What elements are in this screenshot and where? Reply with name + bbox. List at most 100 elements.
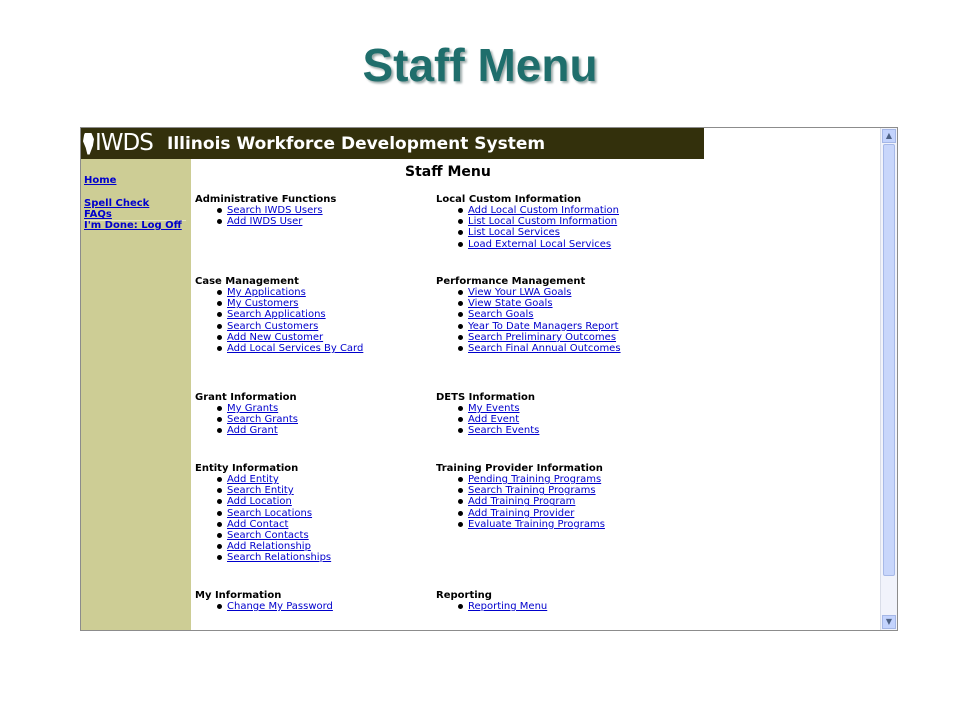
- list-item: Add Local Services By Card: [217, 343, 435, 354]
- list-item: Add Event: [458, 414, 676, 425]
- menu-link[interactable]: Pending Training Programs: [468, 474, 601, 485]
- menu-link[interactable]: Year To Date Managers Report: [468, 321, 619, 332]
- log-off-link[interactable]: I'm Done: Log Off: [84, 220, 182, 231]
- menu-link[interactable]: Search Contacts: [227, 530, 309, 541]
- left-navigation: Home Spell Check FAQs I'm Done: Log Off: [81, 159, 191, 630]
- menu-link[interactable]: Add Training Program: [468, 496, 575, 507]
- menu-link[interactable]: Search Applications: [227, 309, 326, 320]
- list-item: Add IWDS User: [217, 216, 435, 227]
- vertical-scrollbar[interactable]: ▲ ▼: [880, 128, 897, 630]
- menu-link[interactable]: Add Local Services By Card: [227, 343, 363, 354]
- menu-section: Performance Management View Your LWA Goal…: [436, 276, 676, 354]
- list-item: Add Contact: [217, 519, 435, 530]
- list-item: My Events: [458, 403, 676, 414]
- list-item: Search Goals: [458, 309, 676, 320]
- menu-link[interactable]: Add Entity: [227, 474, 279, 485]
- logo-text: IWDS: [95, 130, 154, 156]
- menu-link[interactable]: Search IWDS Users: [227, 205, 323, 216]
- menu-link[interactable]: Reporting Menu: [468, 601, 547, 612]
- list-item: Year To Date Managers Report: [458, 321, 676, 332]
- faqs-link[interactable]: FAQs: [84, 209, 112, 220]
- menu-link[interactable]: Evaluate Training Programs: [468, 519, 605, 530]
- list-item: Add Relationship: [217, 541, 435, 552]
- home-link[interactable]: Home: [84, 175, 116, 186]
- menu-link[interactable]: Add Event: [468, 414, 519, 425]
- list-item: My Applications: [217, 287, 435, 298]
- list-item: Add Training Program: [458, 496, 676, 507]
- menu-section: Training Provider Information Pending Tra…: [436, 463, 676, 530]
- spell-check-link[interactable]: Spell Check: [84, 198, 149, 209]
- link-list: My Applications My Customers Search Applic…: [195, 287, 435, 354]
- list-item: View State Goals: [458, 298, 676, 309]
- list-item: Search Preliminary Outcomes: [458, 332, 676, 343]
- section-heading: Administrative Functions: [195, 194, 337, 205]
- list-item: Change My Password: [217, 601, 435, 612]
- list-item: Add New Customer: [217, 332, 435, 343]
- menu-link[interactable]: Add Location: [227, 496, 292, 507]
- menu-link[interactable]: Search Customers: [227, 321, 318, 332]
- section-heading: Grant Information: [195, 392, 297, 403]
- menu-link[interactable]: View State Goals: [468, 298, 553, 309]
- link-list: View Your LWA Goals View State Goals Searc…: [436, 287, 676, 354]
- list-item: Reporting Menu: [458, 601, 676, 612]
- menu-section: My Information Change My Password: [195, 590, 435, 612]
- menu-link[interactable]: Add Training Provider: [468, 508, 574, 519]
- menu-link[interactable]: My Grants: [227, 403, 278, 414]
- menu-link[interactable]: My Customers: [227, 298, 299, 309]
- list-item: Search Contacts: [217, 530, 435, 541]
- menu-link[interactable]: Add IWDS User: [227, 216, 302, 227]
- link-list: Pending Training Programs Search Training…: [436, 474, 676, 530]
- menu-link[interactable]: Search Entity: [227, 485, 294, 496]
- list-item: Search IWDS Users: [217, 205, 435, 216]
- menu-link[interactable]: My Applications: [227, 287, 306, 298]
- menu-link[interactable]: Search Preliminary Outcomes: [468, 332, 616, 343]
- list-item: List Local Custom Information: [458, 216, 676, 227]
- menu-link[interactable]: Add Grant: [227, 425, 278, 436]
- list-item: Search Locations: [217, 508, 435, 519]
- menu-link[interactable]: Add Local Custom Information: [468, 205, 619, 216]
- scroll-thumb[interactable]: [883, 144, 895, 576]
- menu-link[interactable]: List Local Services: [468, 227, 560, 238]
- menu-link[interactable]: Search Relationships: [227, 552, 331, 563]
- browser-window: IWDS Illinois Workforce Development Syst…: [80, 127, 898, 631]
- arrow-down-icon[interactable]: ▼: [882, 615, 896, 629]
- menu-link[interactable]: View Your LWA Goals: [468, 287, 571, 298]
- list-item: Search Final Annual Outcomes: [458, 343, 676, 354]
- section-heading: Reporting: [436, 590, 492, 601]
- illinois-state-icon: [83, 132, 94, 155]
- menu-link[interactable]: Add New Customer: [227, 332, 323, 343]
- list-item: View Your LWA Goals: [458, 287, 676, 298]
- menu-link[interactable]: Search Locations: [227, 508, 312, 519]
- menu-section: Entity Information Add Entity Search Entit…: [195, 463, 435, 564]
- menu-link[interactable]: List Local Custom Information: [468, 216, 617, 227]
- section-heading: Local Custom Information: [436, 194, 582, 205]
- menu-link[interactable]: Search Final Annual Outcomes: [468, 343, 621, 354]
- list-item: Search Relationships: [217, 552, 435, 563]
- section-heading: My Information: [195, 590, 282, 601]
- menu-link[interactable]: Search Training Programs: [468, 485, 596, 496]
- link-list: Add Local Custom Information List Local C…: [436, 205, 676, 250]
- link-list: Change My Password: [195, 601, 435, 612]
- list-item: Add Entity: [217, 474, 435, 485]
- list-item: Pending Training Programs: [458, 474, 676, 485]
- menu-link[interactable]: Load External Local Services: [468, 239, 611, 250]
- main-content: Staff Menu Administrative Functions Searc…: [191, 159, 704, 630]
- list-item: Search Entity: [217, 485, 435, 496]
- list-item: Load External Local Services: [458, 239, 676, 250]
- menu-link[interactable]: Search Goals: [468, 309, 534, 320]
- menu-section: Administrative Functions Search IWDS User…: [195, 194, 435, 227]
- menu-link[interactable]: Change My Password: [227, 601, 333, 612]
- list-item: Search Events: [458, 425, 676, 436]
- link-list: My Events Add Event Search Events: [436, 403, 676, 437]
- menu-link[interactable]: Add Contact: [227, 519, 288, 530]
- list-item: Evaluate Training Programs: [458, 519, 676, 530]
- menu-link[interactable]: My Events: [468, 403, 520, 414]
- section-heading: Case Management: [195, 276, 299, 287]
- menu-link[interactable]: Add Relationship: [227, 541, 311, 552]
- arrow-up-icon[interactable]: ▲: [882, 129, 896, 143]
- list-item: Search Applications: [217, 309, 435, 320]
- section-heading: Training Provider Information: [436, 463, 603, 474]
- menu-link[interactable]: Search Events: [468, 425, 539, 436]
- menu-link[interactable]: Search Grants: [227, 414, 298, 425]
- header-banner: IWDS Illinois Workforce Development Syst…: [81, 128, 704, 159]
